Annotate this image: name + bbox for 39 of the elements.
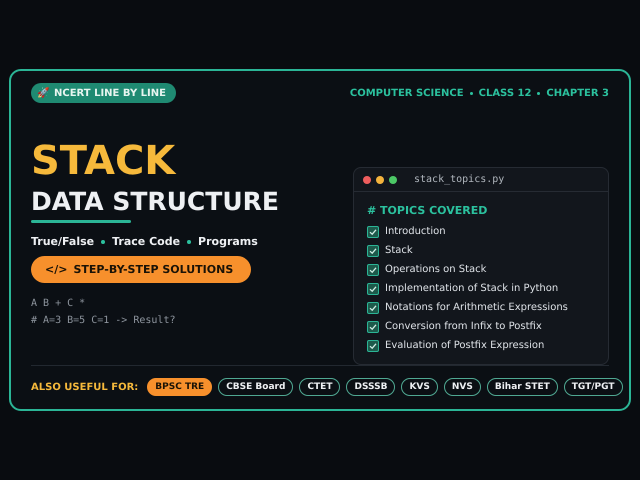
topic-label: Introduction (385, 226, 446, 237)
feature-text: Programs (198, 235, 258, 248)
exam-tag: DSSSB (346, 378, 396, 396)
exam-tag: BPSC TRE (147, 378, 212, 396)
feature-text: Trace Code (112, 235, 180, 248)
separator-dot (537, 92, 540, 94)
separator-dot (187, 240, 192, 244)
topic-label: Stack (385, 245, 413, 256)
exam-tag: TGT/PGT (564, 378, 623, 396)
file-name: stack_topics.py (414, 174, 504, 185)
maximize-dot (389, 176, 397, 184)
rocket-icon: 🚀 (37, 87, 49, 99)
minimize-dot (376, 176, 384, 184)
subtitle: DATA STRUCTURE (31, 187, 279, 217)
close-dot (363, 176, 371, 184)
exam-tag: NVS (444, 378, 481, 396)
breadcrumb-text: CLASS 12 (478, 88, 532, 98)
feature-text: True/False (31, 235, 94, 248)
separator-dot (101, 240, 106, 244)
pill-label: STEP-BY-STEP SOLUTIONS (73, 263, 234, 276)
title: STACK (31, 139, 178, 183)
useful-label: ALSO USEFUL FOR: (31, 382, 138, 393)
exam-tag: Bihar STET (486, 378, 558, 396)
code-line: A B + C * (31, 297, 86, 311)
topic-label: Implementation of Stack in Python (385, 283, 558, 294)
exam-tag: CBSE Board (218, 378, 294, 396)
code-line: # A=3 B=5 C=1 -> Result? (31, 314, 176, 328)
exam-tag: CTET (299, 378, 340, 396)
topic-label: Conversion from Infix to Postfix (385, 321, 542, 332)
breadcrumb-text: CHAPTER 3 (546, 88, 609, 98)
separator-dot (470, 92, 473, 94)
badge-label: NCERT LINE BY LINE (54, 88, 166, 98)
code-icon: </> (45, 263, 68, 276)
topics-heading: # TOPICS COVERED (367, 204, 488, 217)
exam-tag: KVS (401, 378, 438, 396)
breadcrumb-text: COMPUTER SCIENCE (350, 88, 464, 98)
topic-label: Operations on Stack (385, 264, 486, 275)
topic-label: Evaluation of Postfix Expression (385, 340, 544, 351)
topic-label: Notations for Arithmetic Expressions (385, 302, 568, 313)
